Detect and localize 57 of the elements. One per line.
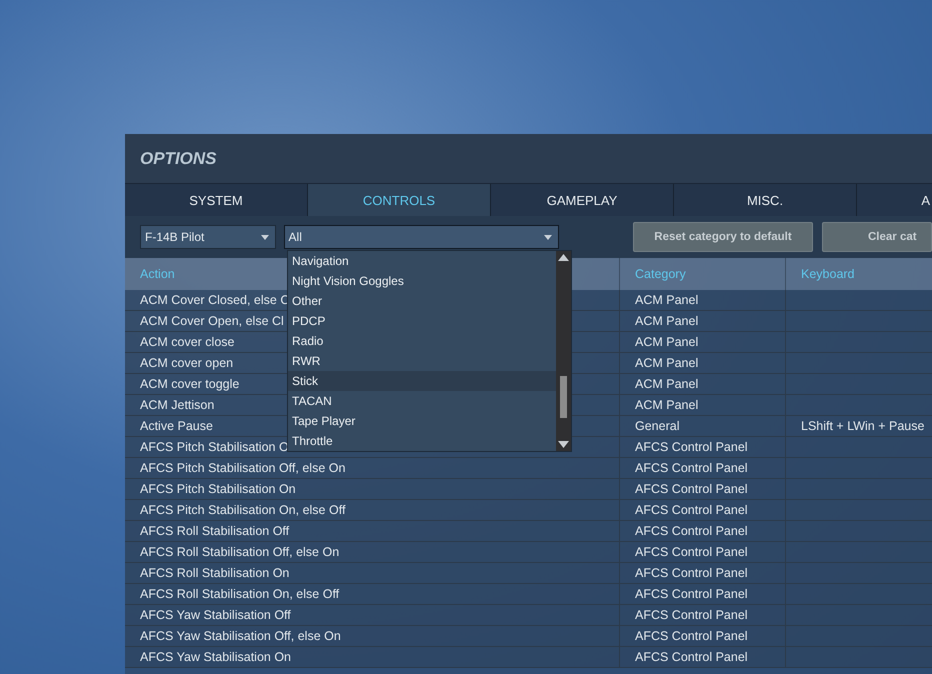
aircraft-dropdown[interactable]: F-14B Pilot — [140, 225, 276, 249]
table-cell: AFCS Control Panel — [635, 608, 748, 622]
table-cell: AFCS Control Panel — [635, 629, 748, 643]
scrollbar[interactable] — [556, 251, 571, 451]
table-cell: ACM cover close — [140, 335, 234, 349]
table-cell: ACM Panel — [635, 377, 698, 391]
table-cell: ACM Jettison — [140, 398, 214, 412]
dropdown-item[interactable]: RWR — [288, 351, 556, 371]
table-cell: AFCS Roll Stabilisation On, else Off — [140, 587, 340, 601]
table-cell: AFCS Control Panel — [635, 587, 748, 601]
scroll-up-icon[interactable] — [558, 254, 569, 261]
scroll-down-icon[interactable] — [558, 441, 569, 448]
table-cell: AFCS Yaw Stabilisation On — [140, 650, 291, 664]
table-cell: AFCS Roll Stabilisation On — [140, 566, 290, 580]
toolbar-button[interactable]: Reset category to default — [633, 222, 813, 252]
table-cell: AFCS Control Panel — [635, 461, 748, 475]
table-cell: AFCS Pitch Stabilisation On — [140, 482, 296, 496]
dropdown-item[interactable]: Radio — [288, 331, 556, 351]
table-cell: Active Pause — [140, 419, 213, 433]
table-cell: AFCS Control Panel — [635, 440, 748, 454]
category-dropdown[interactable]: All — [284, 225, 559, 249]
table-cell: AFCS Pitch Stabilisation Off, else On — [140, 461, 346, 475]
table-cell: AFCS Control Panel — [635, 545, 748, 559]
table-cell: AFCS Control Panel — [635, 503, 748, 517]
dropdown-item[interactable]: Stick — [288, 371, 556, 391]
table-cell: ACM Cover Open, else Cl — [140, 314, 284, 328]
table-cell: General — [635, 419, 680, 433]
table-cell: ACM Panel — [635, 314, 698, 328]
table-cell: AFCS Roll Stabilisation Off — [140, 524, 290, 538]
table-cell: AFCS Yaw Stabilisation Off, else On — [140, 629, 341, 643]
dropdown-item[interactable]: Throttle — [288, 431, 556, 451]
tab[interactable]: CONTROLS — [308, 184, 491, 216]
table-cell: AFCS Control Panel — [635, 650, 748, 664]
dropdown-item[interactable]: Night Vision Goggles — [288, 271, 556, 291]
table-cell: ACM Panel — [635, 398, 698, 412]
table-cell: ACM Panel — [635, 335, 698, 349]
scrollbar-thumb[interactable] — [560, 376, 567, 418]
dropdown-item[interactable]: Tape Player — [288, 411, 556, 431]
table-cell: ACM cover toggle — [140, 377, 240, 391]
caret-icon — [260, 234, 269, 240]
table-cell: AFCS Roll Stabilisation Off, else On — [140, 545, 340, 559]
dropdown-item[interactable]: PDCP — [288, 311, 556, 331]
table-cell: LShift + LWin + Pause — [801, 419, 924, 433]
caret-icon — [544, 234, 552, 240]
table-cell: AFCS Control Panel — [635, 566, 748, 580]
dropdown-item[interactable]: Navigation — [288, 251, 556, 271]
table-cell: AFCS Yaw Stabilisation Off — [140, 608, 291, 622]
table-cell: AFCS Pitch Stabilisation On, else Off — [140, 503, 346, 517]
toolbar-button[interactable]: Clear cat — [822, 222, 932, 252]
table-cell: AFCS Control Panel — [635, 524, 748, 538]
table-cell: ACM Panel — [635, 293, 698, 307]
window-title: OPTIONS — [140, 148, 217, 168]
dropdown-item[interactable]: Other — [288, 291, 556, 311]
dropdown-item[interactable]: TACAN — [288, 391, 556, 411]
table-cell: AFCS Control Panel — [635, 482, 748, 496]
table-cell: ACM cover open — [140, 356, 234, 370]
table-cell: ACM Panel — [635, 356, 698, 370]
